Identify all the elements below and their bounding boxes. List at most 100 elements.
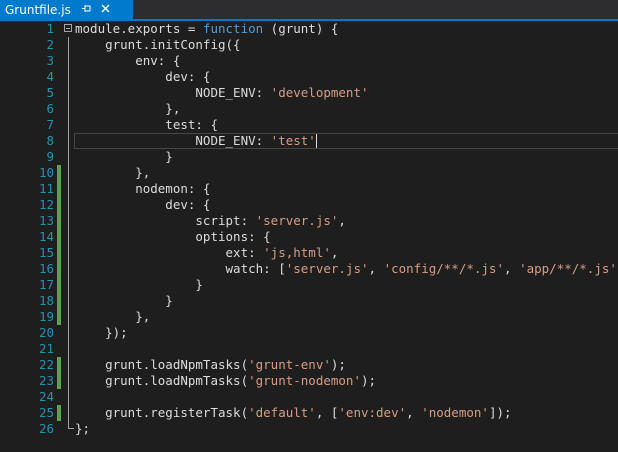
line-number: 21	[38, 341, 54, 356]
fold-guide	[64, 277, 74, 293]
line-number: 20	[38, 325, 54, 340]
code-token: , [	[315, 405, 339, 420]
line-code: grunt.loadNpmTasks('grunt-nodemon');	[75, 373, 376, 389]
code-token: module.exports =	[75, 21, 203, 36]
line-number: 7	[46, 117, 54, 132]
line-number: 13	[38, 213, 54, 228]
code-token: ,	[338, 213, 346, 228]
line-number: 12	[38, 197, 54, 212]
close-icon[interactable]	[101, 3, 110, 16]
line-code: },	[75, 165, 150, 181]
change-marker	[57, 229, 61, 245]
line-number: 26	[38, 421, 54, 436]
line-number: 15	[38, 245, 54, 260]
fold-guide	[64, 405, 74, 421]
string-token: 'default'	[248, 405, 316, 420]
line-code: nodemon: {	[75, 181, 210, 197]
change-marker	[57, 165, 61, 181]
code-token: );	[360, 373, 377, 388]
code-token: grunt.loadNpmTasks(	[75, 373, 249, 388]
fold-guide	[64, 181, 74, 197]
line-code: watch: ['server.js', 'config/**/*.js', '…	[75, 261, 618, 277]
code-token: };	[75, 421, 91, 436]
line-code: });	[75, 325, 128, 341]
line-code: }	[75, 149, 173, 165]
line-code: grunt.registerTask('default', ['env:dev'…	[75, 405, 511, 421]
line-code: dev: {	[75, 197, 210, 213]
change-gutter	[57, 37, 61, 53]
line-code: module.exports = function (grunt) {	[75, 21, 338, 37]
collapse-icon[interactable]	[64, 21, 74, 37]
string-token: 'server.js'	[285, 261, 369, 276]
string-token: 'config/**/*.js'	[383, 261, 504, 276]
fold-guide	[64, 341, 74, 357]
line-number: 1	[46, 21, 54, 36]
change-gutter	[57, 117, 61, 133]
change-gutter	[57, 101, 61, 117]
code-token: }	[75, 277, 203, 292]
keyword-token: function	[202, 21, 264, 36]
line-number: 14	[38, 229, 54, 244]
fold-guide	[64, 357, 74, 373]
fold-guide	[64, 165, 74, 181]
string-token: 'grunt-env'	[248, 357, 331, 372]
string-token: 'app/**/*.js'	[519, 261, 617, 276]
line-code: }	[75, 277, 203, 293]
code-token: NODE_ENV:	[75, 85, 271, 100]
change-marker	[57, 197, 61, 213]
string-token: 'development'	[270, 85, 369, 100]
line-code: };	[75, 421, 90, 437]
code-token: }	[75, 293, 173, 308]
code-token: grunt.loadNpmTasks(	[75, 357, 249, 372]
pin-icon[interactable]	[81, 3, 92, 17]
code-editor[interactable]: 1 module.exports = function (grunt) { 2 gr…	[0, 21, 618, 452]
code-token: }	[75, 149, 173, 164]
line-code: env: {	[75, 53, 180, 69]
line-code: },	[75, 309, 150, 325]
string-token: 'grunt-nodemon'	[248, 373, 361, 388]
change-marker	[57, 277, 61, 293]
change-gutter	[57, 341, 61, 357]
line-number: 5	[46, 85, 54, 100]
line-code: NODE_ENV: 'test'	[75, 133, 317, 149]
fold-guide	[64, 101, 74, 117]
line-number: 2	[46, 37, 54, 52]
tab-gruntfile[interactable]: Gruntfile.js	[0, 0, 133, 19]
code-token: dev: {	[75, 69, 211, 84]
fold-guide	[64, 213, 74, 229]
line-code: },	[75, 101, 180, 117]
code-token: },	[75, 101, 181, 116]
code-token: },	[75, 309, 151, 324]
fold-guide	[64, 133, 74, 149]
change-marker	[57, 373, 61, 389]
fold-guide	[64, 293, 74, 309]
change-gutter	[57, 85, 61, 101]
line-number: 23	[38, 373, 54, 388]
code-token: ,	[368, 261, 384, 276]
fold-guide	[64, 373, 74, 389]
fold-guide	[64, 117, 74, 133]
change-marker	[57, 357, 61, 373]
code-token: ext:	[75, 245, 264, 260]
fold-guide	[64, 389, 74, 405]
code-token: NODE_ENV:	[75, 133, 271, 148]
change-gutter	[57, 53, 61, 69]
line-number: 16	[38, 261, 54, 276]
string-token: 'js,html'	[263, 245, 331, 260]
code-token: script:	[75, 213, 256, 228]
line-number: 24	[38, 389, 54, 404]
change-gutter	[57, 389, 61, 405]
line-number: 6	[46, 101, 54, 116]
line-code: script: 'server.js',	[75, 213, 346, 229]
code-token: options: {	[75, 229, 271, 244]
change-marker	[57, 213, 61, 229]
line-number: 8	[46, 133, 54, 148]
change-gutter	[57, 149, 61, 165]
code-token: grunt.initConfig({	[75, 37, 241, 52]
line-number: 17	[38, 277, 54, 292]
change-marker	[57, 405, 61, 421]
line-number: 10	[38, 165, 54, 180]
change-marker	[57, 261, 61, 277]
line-number: 11	[38, 181, 54, 196]
line-number: 19	[38, 309, 54, 324]
